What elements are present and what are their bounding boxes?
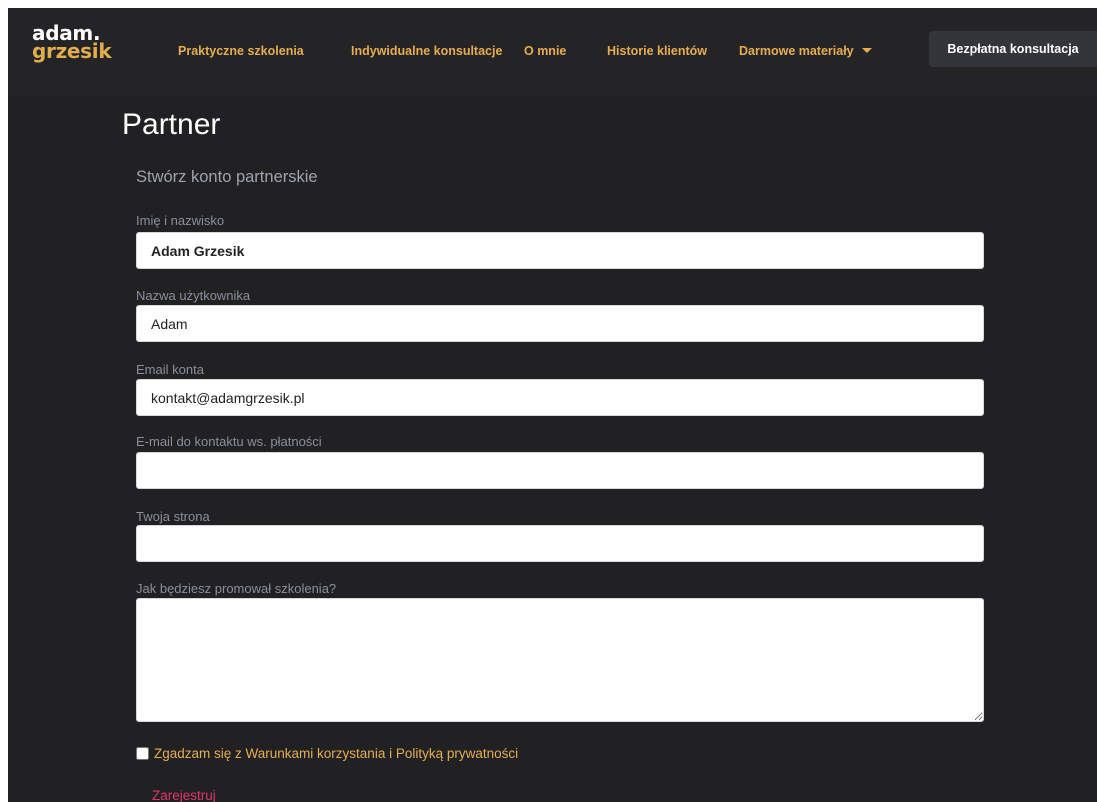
nav-item-training[interactable]: Praktyczne szkolenia xyxy=(178,44,304,58)
page-subtitle: Stwórz konto partnerskie xyxy=(136,168,318,186)
brand-logo-line2: grzesik xyxy=(32,39,112,63)
nav-item-client-stories[interactable]: Historie klientów xyxy=(607,44,707,58)
register-link[interactable]: Zarejestruj xyxy=(152,788,216,802)
website-field[interactable] xyxy=(136,525,984,562)
payment-email-field[interactable] xyxy=(136,452,984,489)
app-window: adam. grzesik Praktyczne szkolenia Indyw… xyxy=(8,8,1097,802)
nav-item-free-materials-label: Darmowe materiały xyxy=(739,44,854,58)
free-consultation-button[interactable]: Bezpłatna konsultacja xyxy=(929,31,1097,67)
payment-email-label: E-mail do kontaktu ws. płatności xyxy=(136,434,322,449)
username-label: Nazwa użytkownika xyxy=(136,288,251,303)
account-email-label: Email konta xyxy=(136,362,204,377)
consent-label[interactable]: Zgadzam się z Warunkami korzystania i Po… xyxy=(154,746,518,761)
page-title: Partner xyxy=(122,108,221,141)
username-field[interactable] xyxy=(136,305,984,342)
promotion-textarea[interactable] xyxy=(136,598,984,722)
nav-item-about[interactable]: O mnie xyxy=(524,44,566,58)
navbar: adam. grzesik Praktyczne szkolenia Indyw… xyxy=(8,8,1097,96)
account-email-field[interactable] xyxy=(136,379,984,416)
consent-row: Zgadzam się z Warunkami korzystania i Po… xyxy=(136,746,518,761)
full-name-label: Imię i nazwisko xyxy=(136,213,225,228)
brand-logo[interactable]: adam. grzesik xyxy=(32,23,112,63)
website-label: Twoja strona xyxy=(136,509,210,524)
nav-item-consultations[interactable]: Indywidualne konsultacje xyxy=(351,44,502,58)
chevron-down-icon xyxy=(861,48,872,54)
consent-checkbox[interactable] xyxy=(136,747,149,760)
nav-item-free-materials[interactable]: Darmowe materiały xyxy=(739,44,872,58)
promotion-label: Jak będziesz promował szkolenia? xyxy=(136,581,337,596)
screen: adam. grzesik Praktyczne szkolenia Indyw… xyxy=(0,0,1097,802)
full-name-field[interactable] xyxy=(136,232,984,269)
